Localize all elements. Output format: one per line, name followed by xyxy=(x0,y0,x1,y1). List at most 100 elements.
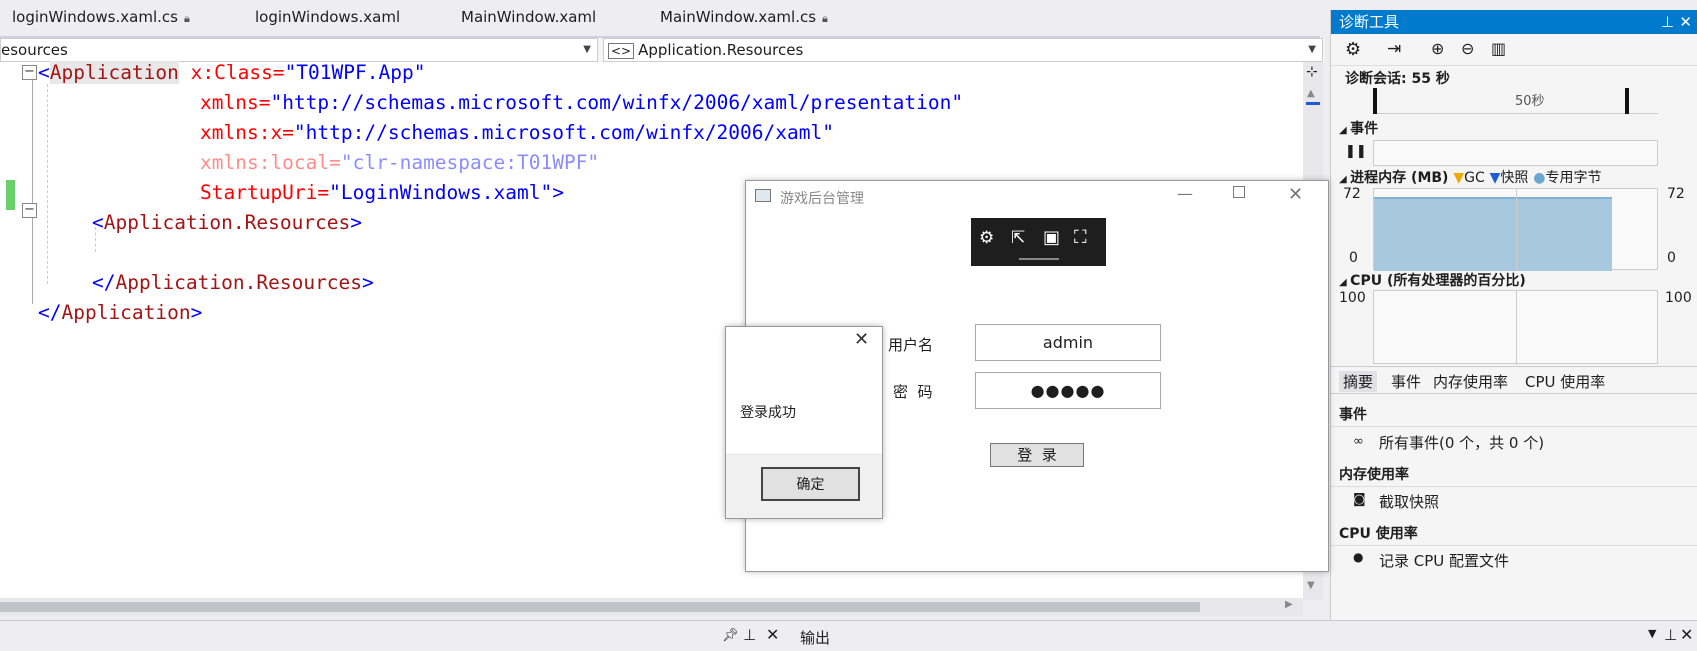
timeline-end-handle[interactable] xyxy=(1625,88,1629,114)
code-line-8: </Application.Resources> xyxy=(92,271,374,294)
member-combo[interactable]: <> Application.Resources ▼ xyxy=(603,38,1323,62)
track-focus-icon[interactable]: ⛶ xyxy=(1074,227,1087,248)
output-panel-label[interactable]: 输出 xyxy=(800,627,830,648)
change-marker xyxy=(6,180,15,210)
collapse-toggle-application[interactable]: − xyxy=(22,65,37,80)
collapse-toggle-resources[interactable]: − xyxy=(22,203,37,218)
code-line-1: <Application x:Class="T01WPF.App" xyxy=(38,61,426,84)
gc-marker-icon: ▼ xyxy=(1453,170,1465,186)
code-line-4: xmlns:local="clr-namespace:T01WPF" xyxy=(200,151,600,174)
caret-marker xyxy=(1306,102,1320,105)
maximize-icon[interactable] xyxy=(1233,186,1245,198)
pin-icon[interactable]: 📌︎ xyxy=(722,628,739,643)
tab-loginwindows-xaml[interactable]: loginWindows.xaml xyxy=(255,8,400,34)
message-text: 登录成功 xyxy=(740,405,796,421)
cpu-section-header[interactable]: ◢ CPU (所有处理器的百分比) xyxy=(1331,270,1697,290)
subtab-cpu[interactable]: CPU 使用率 xyxy=(1525,371,1605,392)
record-cpu-profile-button[interactable]: 记录 CPU 配置文件 xyxy=(1379,550,1509,571)
gear-icon[interactable]: ⚙ xyxy=(1345,39,1361,60)
cpu-graph xyxy=(1373,290,1658,365)
document-tab-bar: loginWindows.xaml.cs 🔒︎ loginWindows.xaml… xyxy=(0,0,1320,38)
close-icon[interactable]: ✕ xyxy=(766,625,779,644)
tab-mainwindow-xaml-cs[interactable]: MainWindow.xaml.cs 🔒︎ xyxy=(660,8,828,34)
horizontal-scrollbar[interactable]: ▶ xyxy=(0,598,1303,616)
take-snapshot-button[interactable]: 截取快照 xyxy=(1379,491,1439,512)
pause-icon[interactable]: ❚❚ xyxy=(1345,144,1367,159)
toolbar-grip[interactable] xyxy=(1019,258,1059,260)
subtab-events[interactable]: 事件 xyxy=(1391,371,1421,392)
scroll-up-icon[interactable]: ▲ xyxy=(1307,88,1315,99)
code-line-6: <Application.Resources> xyxy=(92,211,363,234)
diagnostic-toolbar: ⚙ ⇥ ⊕ ⊖ ▥ xyxy=(1331,34,1697,66)
chevron-down-icon[interactable]: ▼ xyxy=(1648,627,1656,640)
minimize-icon[interactable]: — xyxy=(1177,184,1193,203)
snapshot-marker-icon: ▼ xyxy=(1489,170,1501,186)
indent-guide xyxy=(47,84,48,284)
events-link-icon: ∞ xyxy=(1353,434,1364,449)
pin-icon[interactable]: ⊥ xyxy=(743,626,756,644)
timeline-start-handle[interactable] xyxy=(1373,88,1377,114)
memory-usage-heading: 内存使用率 xyxy=(1339,467,1409,483)
username-input[interactable]: admin xyxy=(975,324,1161,361)
diagnostic-tools-title: 诊断工具 ⊥ ✕ xyxy=(1331,10,1697,34)
window-icon xyxy=(755,189,771,202)
tab-mainwindow-xaml[interactable]: MainWindow.xaml xyxy=(461,8,596,34)
close-icon[interactable]: ✕ xyxy=(1680,625,1693,644)
zoom-in-icon[interactable]: ⊕ xyxy=(1431,39,1444,58)
events-heading: 事件 xyxy=(1339,407,1367,423)
pin-icon[interactable]: ⊥ xyxy=(1664,626,1677,644)
close-icon[interactable]: ✕ xyxy=(1679,10,1692,34)
lock-icon: 🔒︎ xyxy=(183,12,190,25)
close-icon[interactable]: ✕ xyxy=(1288,184,1303,205)
gridline xyxy=(1516,189,1517,271)
memory-usage-area xyxy=(1374,197,1612,271)
code-line-3: xmlns:x="http://schemas.microsoft.com/wi… xyxy=(200,121,834,144)
events-section-header[interactable]: ◢ 事件 xyxy=(1331,118,1697,138)
lock-icon: 🔒︎ xyxy=(822,12,828,25)
all-events-link[interactable]: 所有事件(0 个，共 0 个) xyxy=(1379,432,1544,453)
login-button[interactable]: 登 录 xyxy=(990,443,1084,467)
chevron-down-icon: ▼ xyxy=(583,44,591,55)
collapse-icon: ◢ xyxy=(1339,174,1351,185)
fold-line xyxy=(32,80,33,304)
record-icon: ● xyxy=(1353,550,1364,564)
password-label: 密 码 xyxy=(893,383,933,401)
timeline-ruler[interactable]: 50秒 xyxy=(1373,88,1658,114)
scroll-thumb[interactable] xyxy=(0,602,1200,612)
xml-element-icon: <> xyxy=(608,43,635,59)
tab-loginwindows-xaml-cs[interactable]: loginWindows.xaml.cs 🔒︎ xyxy=(12,8,190,34)
collapse-icon: ◢ xyxy=(1339,277,1351,288)
memory-section-header[interactable]: ◢ 进程内存 (MB) ▼GC ▼快照 ●专用字节 xyxy=(1331,167,1697,187)
code-line-2: xmlns="http://schemas.microsoft.com/winf… xyxy=(200,91,964,114)
diagnostic-tools-panel: 诊断工具 ⊥ ✕ ⚙ ⇥ ⊕ ⊖ ▥ 诊断会话: 55 秒 50秒 ◢ 事件 ❚❚ … xyxy=(1330,10,1697,620)
close-icon[interactable]: ✕ xyxy=(854,329,869,350)
zoom-out-icon[interactable]: ⊖ xyxy=(1461,39,1474,58)
cpu-usage-heading: CPU 使用率 xyxy=(1339,526,1418,542)
adorner-icon[interactable]: ▣ xyxy=(1043,227,1060,248)
window-title: 游戏后台管理 xyxy=(780,191,864,207)
scroll-right-icon[interactable]: ▶ xyxy=(1285,599,1293,610)
diagnostic-subtabs: 摘要 事件 内存使用率 CPU 使用率 xyxy=(1331,366,1697,394)
bottom-panel-bar: 📌︎ ⊥ ✕ 输出 ▼ ⊥ ✕ xyxy=(0,620,1697,651)
username-label: 用户名 xyxy=(888,336,934,354)
live-visual-tree-icon[interactable]: ⚙ xyxy=(979,228,994,248)
wpf-debug-toolbar: ⚙ ⇱ ▣ ⛶ xyxy=(971,218,1106,266)
collapse-icon: ◢ xyxy=(1339,125,1351,136)
pin-icon[interactable]: ⊥ xyxy=(1661,10,1674,34)
window-titlebar[interactable]: 游戏后台管理 — ✕ xyxy=(746,181,1328,213)
chart-reset-icon[interactable]: ▥ xyxy=(1491,39,1506,58)
cpu-axis-max: 100 xyxy=(1339,290,1366,306)
gridline xyxy=(1516,291,1517,365)
memory-graph xyxy=(1373,188,1658,271)
export-icon[interactable]: ⇥ xyxy=(1387,39,1401,59)
split-icon[interactable]: ⊹ xyxy=(1306,64,1318,80)
select-element-icon[interactable]: ⇱ xyxy=(1011,228,1025,248)
subtab-memory[interactable]: 内存使用率 xyxy=(1433,371,1508,392)
subtab-summary[interactable]: 摘要 xyxy=(1339,371,1378,392)
password-input[interactable]: ●●●●● xyxy=(975,372,1161,409)
ok-button[interactable]: 确定 xyxy=(761,467,860,501)
scroll-down-icon[interactable]: ▼ xyxy=(1307,580,1315,591)
cpu-axis-max-right: 100 xyxy=(1665,290,1692,306)
timeline-label: 50秒 xyxy=(1515,94,1545,109)
memory-axis-max-right: 72 xyxy=(1667,186,1685,202)
